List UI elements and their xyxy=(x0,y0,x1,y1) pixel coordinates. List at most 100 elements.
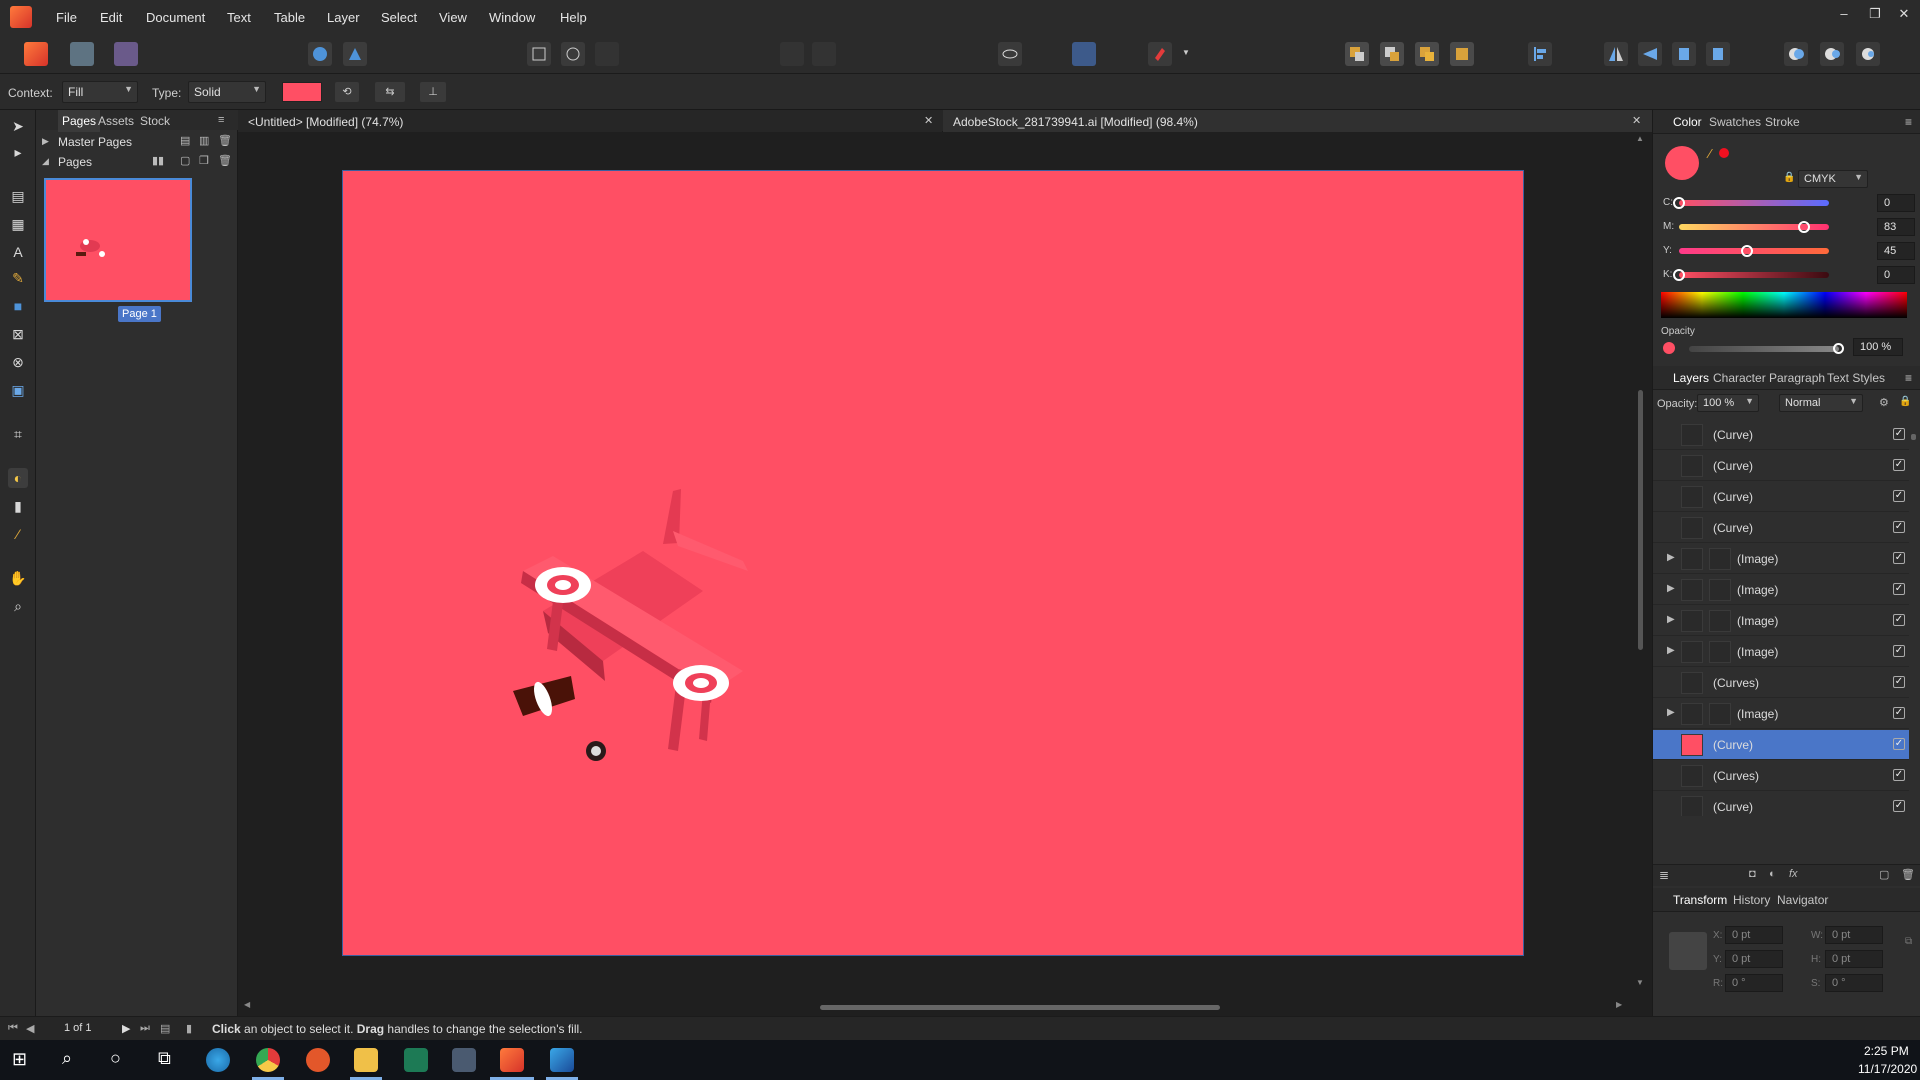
visibility-checkbox[interactable]: ✓ xyxy=(1893,490,1905,502)
duplicate-page-icon[interactable]: ❐ xyxy=(199,154,209,167)
pin-icon[interactable] xyxy=(780,42,804,66)
arrange-front-icon[interactable] xyxy=(1450,42,1474,66)
flip-horizontal-icon[interactable] xyxy=(1604,42,1628,66)
opacity-slider[interactable] xyxy=(1689,346,1839,352)
h-field[interactable]: 0 pt xyxy=(1825,950,1883,968)
snapping-dropdown-icon[interactable]: ▼ xyxy=(1182,48,1190,57)
add-layer-icon[interactable]: ▢ xyxy=(1879,868,1889,881)
clip-icon[interactable] xyxy=(561,42,585,66)
rotate-left-icon[interactable] xyxy=(1672,42,1696,66)
aspect-icon[interactable]: ⊥ xyxy=(420,82,446,102)
clock-date[interactable]: 11/17/2020 xyxy=(1858,1062,1917,1076)
frame-text-tool-icon[interactable]: ▤ xyxy=(8,186,28,206)
next-page-icon[interactable]: ▶ xyxy=(122,1022,130,1035)
delete-layer-icon[interactable]: 🗑 xyxy=(1901,868,1915,881)
blend-mode-select[interactable]: Normal ▼ xyxy=(1779,394,1863,412)
calculator-icon[interactable] xyxy=(452,1048,476,1072)
pages-label[interactable]: Pages xyxy=(58,155,92,169)
anchor-icon[interactable] xyxy=(812,42,836,66)
layer-row[interactable]: (Curve) ✓ xyxy=(1653,792,1909,816)
tab-navigator[interactable]: Navigator xyxy=(1777,893,1828,907)
fill-color-well[interactable] xyxy=(1665,146,1699,180)
vertical-scroll-thumb[interactable] xyxy=(1638,390,1643,650)
scroll-down-icon[interactable]: ▼ xyxy=(1636,978,1644,987)
visibility-checkbox[interactable]: ✓ xyxy=(1893,614,1905,626)
menu-text[interactable]: Text xyxy=(227,10,251,25)
layer-row[interactable]: ▶ (Image) ✓ xyxy=(1653,637,1909,667)
boolean-subtract-icon[interactable] xyxy=(1820,42,1844,66)
key-slider-handle[interactable] xyxy=(1673,269,1685,281)
visibility-checkbox[interactable]: ✓ xyxy=(1893,676,1905,688)
collapse-arrow-icon[interactable]: ◢ xyxy=(42,156,49,167)
tab-paragraph[interactable]: Paragraph xyxy=(1769,371,1825,385)
layer-row[interactable]: ▶ (Image) ✓ xyxy=(1653,544,1909,574)
search-icon[interactable]: ⌕ xyxy=(62,1048,72,1069)
layer-row[interactable]: (Curve) ✓ xyxy=(1653,482,1909,512)
arrange-back-icon[interactable] xyxy=(1345,42,1369,66)
zoom-tool-icon[interactable]: ⌕ xyxy=(8,596,28,616)
last-page-icon[interactable]: ⏭ xyxy=(140,1022,150,1035)
stroke-color-well[interactable] xyxy=(1719,148,1729,158)
tab-transform[interactable]: Transform xyxy=(1673,893,1727,907)
menu-edit[interactable]: Edit xyxy=(100,10,122,25)
expand-arrow-icon[interactable]: ▶ xyxy=(1667,583,1675,594)
menu-view[interactable]: View xyxy=(439,10,467,25)
cyan-slider[interactable] xyxy=(1679,200,1829,206)
ellipse-frame-tool-icon[interactable]: ⊗ xyxy=(8,352,28,372)
adjustment-icon[interactable]: ◐ xyxy=(1769,868,1776,880)
duplicate-master-icon[interactable]: ▥ xyxy=(199,134,209,147)
eyedropper-icon[interactable]: ⁄ xyxy=(1709,146,1711,161)
color-model-select[interactable]: CMYK ▼ xyxy=(1798,170,1868,188)
text-frame-icon[interactable] xyxy=(1072,42,1096,66)
tab-swatches[interactable]: Swatches xyxy=(1709,115,1761,129)
lock-icon[interactable]: 🔒 xyxy=(1783,172,1795,183)
document-tab-untitled[interactable]: <Untitled> [Modified] (74.7%) xyxy=(238,110,942,132)
link-icon[interactable]: ⧉ xyxy=(1905,936,1912,947)
expand-arrow-icon[interactable]: ▶ xyxy=(42,136,49,147)
layer-row[interactable]: (Curves) ✓ xyxy=(1653,761,1909,791)
canvas-page[interactable] xyxy=(342,170,1524,956)
layer-row[interactable]: (Curve) ✓ xyxy=(1653,420,1909,450)
layer-opacity-select[interactable]: 100 % ▼ xyxy=(1697,394,1759,412)
tab-text-styles[interactable]: Text Styles xyxy=(1827,371,1885,385)
key-value[interactable]: 0 xyxy=(1877,266,1915,284)
visibility-checkbox[interactable]: ✓ xyxy=(1893,428,1905,440)
snapping-magnet-icon[interactable] xyxy=(1148,42,1172,66)
key-slider[interactable] xyxy=(1679,272,1829,278)
yellow-slider[interactable] xyxy=(1679,248,1829,254)
anchor-selector-icon[interactable] xyxy=(1669,932,1707,970)
fx-icon[interactable]: fx xyxy=(1789,868,1798,880)
shear-field[interactable]: 0 ° xyxy=(1825,974,1883,992)
boolean-add-icon[interactable] xyxy=(1784,42,1808,66)
clock-time[interactable]: 2:25 PM xyxy=(1864,1044,1909,1058)
visibility-checkbox[interactable]: ✓ xyxy=(1893,707,1905,719)
close-window-icon[interactable]: ✕ xyxy=(1894,6,1914,26)
cortana-icon[interactable]: ○ xyxy=(110,1048,121,1069)
layers-scrollbar[interactable] xyxy=(1911,424,1917,814)
tab-stroke[interactable]: Stroke xyxy=(1765,115,1800,129)
menu-layer[interactable]: Layer xyxy=(327,10,360,25)
layer-row[interactable]: (Curves) ✓ xyxy=(1653,668,1909,698)
table-tool-icon[interactable]: ▦ xyxy=(8,214,28,234)
tab-layers[interactable]: Layers xyxy=(1673,371,1709,385)
cyan-value[interactable]: 0 xyxy=(1877,194,1915,212)
mask-icon[interactable]: ◘ xyxy=(1749,868,1756,880)
menu-select[interactable]: Select xyxy=(381,10,417,25)
magenta-value[interactable]: 83 xyxy=(1877,218,1915,236)
project-icon[interactable] xyxy=(404,1048,428,1072)
context-select[interactable]: Fill ▼ xyxy=(62,81,138,103)
page-spread-icon[interactable]: ▮▮ xyxy=(152,154,164,167)
expand-arrow-icon[interactable]: ▶ xyxy=(1667,707,1675,718)
panel-menu-icon[interactable]: ≡ xyxy=(1905,371,1912,385)
layers-stack-icon[interactable]: ≣ xyxy=(1659,868,1669,882)
publisher-persona-icon[interactable] xyxy=(24,42,48,66)
transparency-tool-icon[interactable]: ▮ xyxy=(8,496,28,516)
hand-tool-icon[interactable]: ✋ xyxy=(8,568,28,588)
chrome-icon[interactable] xyxy=(256,1048,280,1072)
expand-arrow-icon[interactable]: ▶ xyxy=(1667,645,1675,656)
visibility-checkbox[interactable]: ✓ xyxy=(1893,583,1905,595)
delete-page-icon[interactable]: 🗑 xyxy=(218,154,232,167)
view-mode-icon[interactable] xyxy=(308,42,332,66)
cyan-slider-handle[interactable] xyxy=(1673,197,1685,209)
file-explorer-icon[interactable] xyxy=(354,1048,378,1072)
